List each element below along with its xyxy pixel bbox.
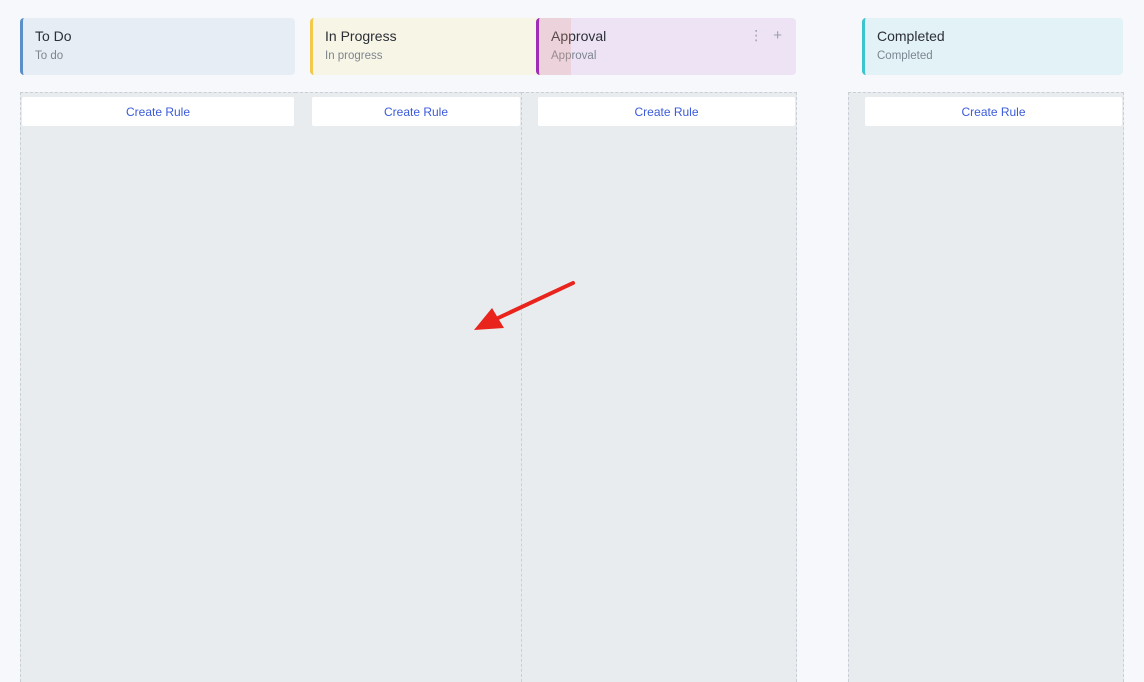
- column-dropzone-approval[interactable]: Create Rule: [521, 92, 797, 682]
- column-subtitle-in-progress: In progress: [325, 50, 383, 62]
- column-dropzone-in-progress[interactable]: Create Rule: [295, 92, 522, 682]
- create-rule-button-approval[interactable]: Create Rule: [538, 97, 795, 126]
- kanban-board: To Do To do In Progress In progress Appr…: [0, 0, 1144, 682]
- column-title-todo: To Do: [35, 28, 72, 44]
- column-subtitle-completed: Completed: [877, 50, 933, 62]
- drag-overlap-highlight: [539, 18, 571, 75]
- column-title-in-progress: In Progress: [325, 28, 397, 44]
- column-subtitle-approval: Approval: [551, 50, 597, 62]
- column-title-completed: Completed: [877, 28, 945, 44]
- column-header-todo[interactable]: To Do To do: [20, 18, 295, 75]
- kebab-menu-icon[interactable]: ⋮: [749, 27, 763, 44]
- column-header-completed[interactable]: Completed Completed: [862, 18, 1123, 75]
- create-rule-button-in-progress[interactable]: Create Rule: [312, 97, 520, 126]
- create-rule-button-todo[interactable]: Create Rule: [22, 97, 294, 126]
- column-dropzone-completed[interactable]: Create Rule: [848, 92, 1124, 682]
- create-rule-button-completed[interactable]: Create Rule: [865, 97, 1122, 126]
- column-actions-approval: ⋮ +: [749, 27, 782, 44]
- column-header-approval[interactable]: Approval Approval ⋮ +: [536, 18, 796, 75]
- red-arrow-icon: [474, 281, 575, 330]
- column-header-in-progress[interactable]: In Progress In progress: [310, 18, 540, 75]
- plus-icon[interactable]: +: [773, 27, 782, 44]
- column-dropzone-todo[interactable]: Create Rule: [20, 92, 296, 682]
- column-subtitle-todo: To do: [35, 50, 64, 62]
